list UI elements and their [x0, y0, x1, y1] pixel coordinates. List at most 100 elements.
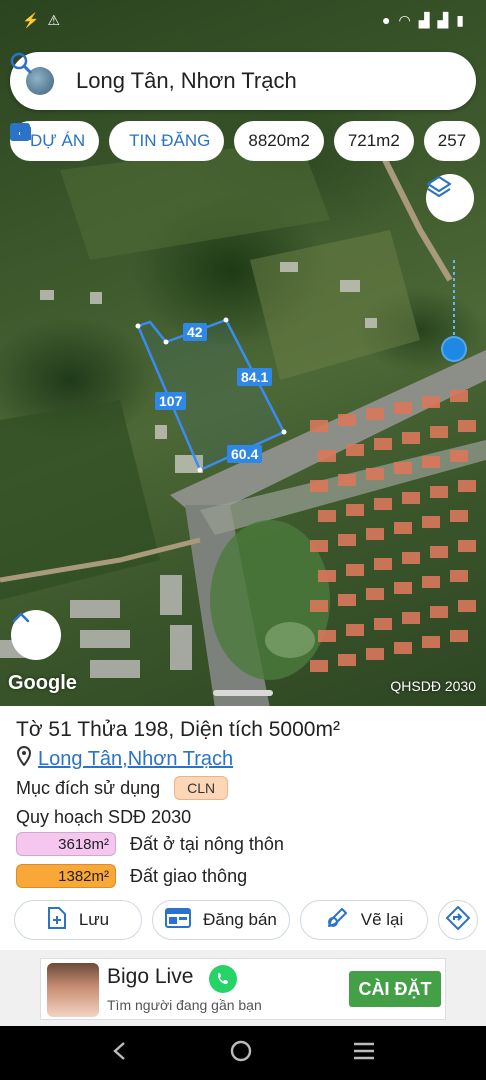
- map-house: [402, 612, 420, 624]
- map-house: [430, 486, 448, 498]
- map-house: [346, 624, 364, 636]
- ad-banner: Bigo Live Tìm người đang gần bạn CÀI ĐẶT: [0, 950, 486, 1026]
- map-house: [430, 426, 448, 438]
- map-house: [366, 648, 384, 660]
- map-house: [458, 480, 476, 492]
- ad-title: Bigo Live: [107, 965, 194, 988]
- chip-area-257[interactable]: 257: [423, 121, 481, 161]
- alert-icon: ⚠: [47, 11, 60, 28]
- map-house: [310, 600, 328, 612]
- land-use-purpose: Mục đích sử dụng CLN: [16, 776, 229, 800]
- chip-area-721[interactable]: 721m2: [333, 121, 414, 161]
- map-house: [366, 588, 384, 600]
- map-house: [366, 468, 384, 480]
- ad-subtitle: Tìm người đang gần bạn: [107, 997, 262, 1013]
- save-label: Lưu: [78, 910, 110, 929]
- zone-area-badge: 3618m²: [16, 832, 116, 856]
- search-icon[interactable]: [10, 52, 458, 99]
- edit-pencil-icon: [325, 906, 349, 935]
- zone-row: 1382m² Đất giao thông: [16, 864, 247, 888]
- post-sale-button[interactable]: Đăng bán: [152, 900, 290, 940]
- signal-icon: ▟: [437, 11, 449, 28]
- messenger-icon: ⚡: [22, 11, 40, 28]
- system-navigation-bar: [0, 1026, 486, 1080]
- parcel-dimension-top: 42: [183, 323, 207, 341]
- map-house: [374, 558, 392, 570]
- sheet-drag-handle[interactable]: [213, 690, 273, 696]
- phone-icon: [209, 965, 237, 993]
- save-button[interactable]: Lưu: [14, 900, 142, 940]
- ad-card[interactable]: Bigo Live Tìm người đang gần bạn CÀI ĐẶT: [40, 958, 446, 1020]
- location-link-district[interactable]: Nhơn Trạch: [128, 748, 233, 771]
- map-house: [394, 522, 412, 534]
- chip-area-8820[interactable]: 8820m2: [234, 121, 324, 161]
- chip-tin-dang[interactable]: TIN ĐĂNG: [10, 121, 225, 161]
- parcel-actions: Lưu Đăng bán Vẽ lại: [14, 900, 478, 940]
- search-input[interactable]: Long Tân, Nhơn Trạch: [76, 68, 422, 94]
- map-house: [310, 540, 328, 552]
- map-view[interactable]: 42 84.1 107 60.4 ⚡ ⚠ ● ◠ ▟ ▟ ▮ Long Tân,…: [0, 0, 486, 708]
- map-house: [366, 408, 384, 420]
- chip-label: 721m2: [347, 131, 400, 150]
- map-house: [430, 546, 448, 558]
- back-icon[interactable]: [110, 1040, 130, 1067]
- map-house: [422, 396, 440, 408]
- parcel-dimension-bottom: 60.4: [227, 445, 263, 463]
- map-house: [394, 402, 412, 414]
- map-house: [346, 504, 364, 516]
- map-house: [402, 492, 420, 504]
- chip-label: TIN ĐĂNG: [129, 131, 211, 150]
- install-button[interactable]: CÀI ĐẶT: [349, 971, 441, 1007]
- signal-icon: ▟: [418, 11, 430, 28]
- zone-name: Đất giao thông: [130, 865, 248, 886]
- location-link-ward[interactable]: Long Tân: [38, 748, 122, 771]
- home-icon[interactable]: [229, 1039, 253, 1068]
- ad-thumbnail: [47, 963, 99, 1017]
- zone-name: Đất ở tại nông thôn: [130, 833, 284, 854]
- map-house: [318, 450, 336, 462]
- layers-button[interactable]: [426, 174, 474, 222]
- map-house: [450, 390, 468, 402]
- map-house: [394, 582, 412, 594]
- map-pin-icon: [16, 745, 32, 772]
- google-logo: Google: [8, 672, 77, 694]
- filter-chips: DỰ ÁN TIN ĐĂNG 8820m2 721m2 257: [10, 121, 481, 161]
- chip-label: 8820m2: [248, 131, 310, 150]
- map-house: [450, 450, 468, 462]
- zone-row: 3618m² Đất ở tại nông thôn: [16, 832, 284, 856]
- recent-apps-icon[interactable]: [352, 1041, 376, 1066]
- status-bar: ⚡ ⚠ ● ◠ ▟ ▟ ▮: [0, 0, 486, 40]
- map-house: [394, 462, 412, 474]
- map-house: [402, 432, 420, 444]
- map-house: [402, 552, 420, 564]
- search-bar[interactable]: Long Tân, Nhơn Trạch: [10, 52, 476, 110]
- map-house: [374, 498, 392, 510]
- map-house: [458, 540, 476, 552]
- chip-label: 257: [437, 131, 467, 150]
- map-house: [450, 570, 468, 582]
- map-house: [338, 534, 356, 546]
- parcel-dimension-left: 107: [155, 392, 187, 410]
- post-sale-label: Đăng bán: [203, 910, 277, 929]
- map-house: [338, 594, 356, 606]
- expand-sheet-button[interactable]: [11, 610, 61, 660]
- map-house: [458, 600, 476, 612]
- listing-icon: [165, 907, 192, 934]
- parcel-info-sheet: Tờ 51 Thửa 198, Diện tích 5000m² Long Tâ…: [0, 706, 486, 950]
- map-house: [450, 630, 468, 642]
- parcel-dimension-right: 84.1: [237, 368, 273, 386]
- map-house: [450, 510, 468, 522]
- map-house: [338, 414, 356, 426]
- directions-button[interactable]: [438, 900, 478, 940]
- battery-icon: ▮: [456, 11, 464, 28]
- map-house: [310, 420, 328, 432]
- map-house: [318, 570, 336, 582]
- map-house: [338, 474, 356, 486]
- map-house: [458, 420, 476, 432]
- redraw-button[interactable]: Vẽ lại: [300, 900, 428, 940]
- add-file-icon: [47, 906, 67, 935]
- map-house: [338, 654, 356, 666]
- current-location-marker: [441, 336, 467, 362]
- map-house: [310, 480, 328, 492]
- map-house: [430, 606, 448, 618]
